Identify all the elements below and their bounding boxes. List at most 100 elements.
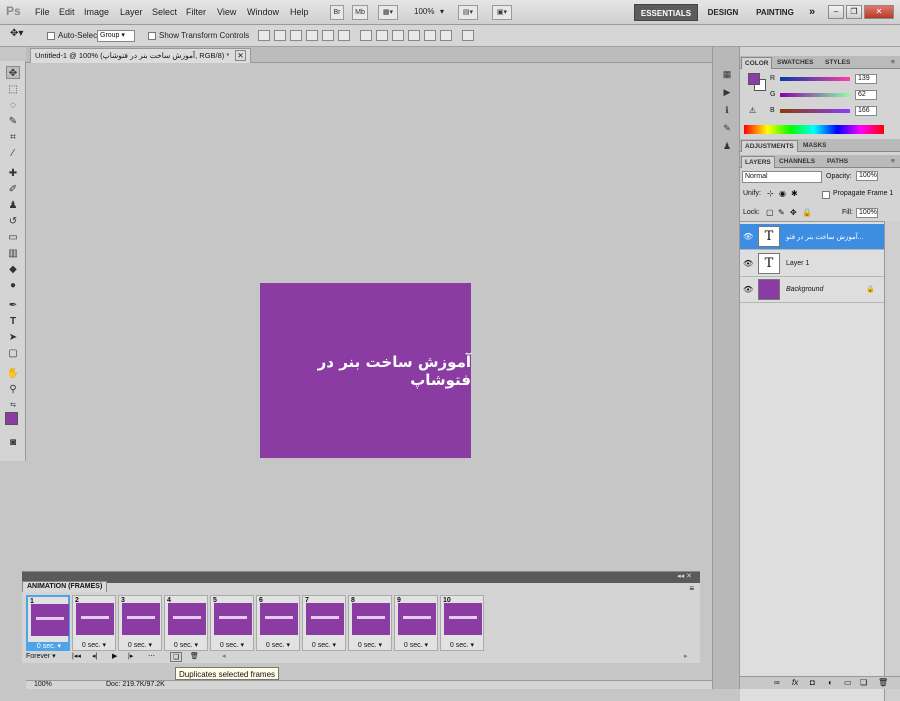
previous-frame-icon[interactable]: ◂|: [92, 652, 97, 662]
animation-frame-8[interactable]: 8 0 sec. ▾: [348, 595, 392, 651]
distribute-vcenter-icon[interactable]: [376, 30, 388, 41]
clone-source-icon[interactable]: ♟: [720, 139, 734, 153]
close-icon[interactable]: ✕: [864, 5, 894, 19]
marquee-tool-icon[interactable]: ⬚: [6, 83, 20, 96]
unify-style-icon[interactable]: ✱: [791, 189, 798, 198]
blur-tool-icon[interactable]: ◆: [6, 263, 20, 276]
menu-help[interactable]: Help: [290, 7, 309, 17]
status-zoom[interactable]: 100%: [34, 681, 52, 688]
lock-position-icon[interactable]: ✥: [790, 208, 797, 217]
loop-dropdown[interactable]: Forever ▾: [26, 652, 56, 662]
tween-icon[interactable]: ⋯: [148, 652, 155, 662]
b-slider[interactable]: [780, 109, 850, 113]
fill-input[interactable]: 100%: [856, 208, 878, 218]
frame-duration[interactable]: 0 sec. ▾: [73, 641, 115, 649]
brush-tool-icon[interactable]: ✐: [6, 183, 20, 196]
align-top-icon[interactable]: [258, 30, 270, 41]
layer-row-background[interactable]: 👁 Background 🔒: [740, 277, 884, 303]
bridge-button[interactable]: Br: [330, 5, 344, 20]
animation-frame-6[interactable]: 6 0 sec. ▾: [256, 595, 300, 651]
show-transform-checkbox[interactable]: [148, 32, 156, 40]
frame-duration[interactable]: 0 sec. ▾: [303, 641, 345, 649]
gamut-warning-icon[interactable]: ⚠: [749, 106, 756, 115]
info-panel-icon[interactable]: ℹ: [720, 103, 734, 117]
tab-styles[interactable]: STYLES: [822, 57, 853, 69]
play-icon[interactable]: ▶: [112, 652, 117, 662]
document-tab[interactable]: Untitled-1 @ 100% (آموزش ساخت بنر در فتو…: [30, 48, 251, 63]
scroll-right-icon[interactable]: ▸: [684, 652, 688, 662]
restore-icon[interactable]: ❐: [846, 5, 862, 19]
menu-view[interactable]: View: [217, 7, 236, 17]
tab-color[interactable]: COLOR: [741, 57, 773, 69]
zoom-dropdown-icon[interactable]: ▾: [440, 7, 444, 16]
zoom-tool-icon[interactable]: ⚲: [6, 383, 20, 396]
animation-frame-9[interactable]: 9 0 sec. ▾: [394, 595, 438, 651]
new-group-icon[interactable]: ▭: [844, 678, 852, 687]
blend-mode-dropdown[interactable]: Normal: [742, 171, 822, 183]
eyedropper-tool-icon[interactable]: ⁄: [6, 147, 20, 160]
path-select-tool-icon[interactable]: ➤: [6, 331, 20, 344]
animation-frame-1[interactable]: 1 0 sec. ▾: [26, 595, 70, 651]
frame-duration[interactable]: 0 sec. ▾: [119, 641, 161, 649]
menu-select[interactable]: Select: [152, 7, 177, 17]
color-panel-menu-icon[interactable]: ≡: [888, 57, 898, 69]
animation-frame-4[interactable]: 4 0 sec. ▾: [164, 595, 208, 651]
opacity-input[interactable]: 100%: [856, 171, 878, 181]
collapse-panel-icon[interactable]: ◂◂ ✕: [677, 572, 692, 580]
shape-tool-icon[interactable]: ▢: [6, 347, 20, 360]
menu-file[interactable]: File: [35, 7, 50, 17]
tab-swatches[interactable]: SWATCHES: [774, 57, 816, 69]
r-value-input[interactable]: 139: [855, 74, 877, 84]
arrange-documents-icon[interactable]: ▤▾: [458, 5, 478, 20]
actions-panel-icon[interactable]: ▶: [720, 85, 734, 99]
workspace-design[interactable]: DESIGN: [703, 4, 743, 21]
duplicate-frame-icon[interactable]: ❏: [170, 652, 183, 662]
delete-layer-icon[interactable]: 🗑: [878, 678, 888, 687]
animation-tab[interactable]: ANIMATION (FRAMES): [22, 581, 108, 592]
animation-frame-2[interactable]: 2 0 sec. ▾: [72, 595, 116, 651]
menu-layer[interactable]: Layer: [120, 7, 143, 17]
frame-duration[interactable]: 0 sec. ▾: [28, 642, 70, 650]
link-layers-icon[interactable]: ∞: [774, 678, 780, 687]
lock-pixels-icon[interactable]: ✎: [778, 208, 785, 217]
animation-frame-5[interactable]: 5 0 sec. ▾: [210, 595, 254, 651]
visibility-eye-icon[interactable]: 👁: [743, 285, 753, 294]
distribute-left-icon[interactable]: [408, 30, 420, 41]
lock-transparency-icon[interactable]: ▢: [766, 208, 774, 217]
animation-frame-7[interactable]: 7 0 sec. ▾: [302, 595, 346, 651]
visibility-eye-icon[interactable]: 👁: [743, 232, 753, 241]
unify-position-icon[interactable]: ⊹: [767, 189, 774, 198]
lock-all-icon[interactable]: 🔒: [802, 208, 812, 217]
g-slider[interactable]: [780, 93, 850, 97]
align-hcenter-icon[interactable]: [322, 30, 334, 41]
distribute-top-icon[interactable]: [360, 30, 372, 41]
color-foreground-swatch[interactable]: [748, 73, 760, 85]
foreground-color-swatch[interactable]: [5, 412, 18, 425]
layer-row-text[interactable]: 👁 T آموزش ساخت بنر در فتو...: [740, 224, 884, 250]
next-frame-icon[interactable]: |▸: [128, 652, 133, 662]
frame-duration[interactable]: 0 sec. ▾: [349, 641, 391, 649]
new-layer-icon[interactable]: ❏: [860, 678, 867, 687]
visibility-eye-icon[interactable]: 👁: [743, 259, 753, 268]
g-value-input[interactable]: 62: [855, 90, 877, 100]
clone-stamp-tool-icon[interactable]: ♟: [6, 199, 20, 212]
view-extras-icon[interactable]: ▦▾: [378, 5, 398, 20]
menu-edit[interactable]: Edit: [59, 7, 75, 17]
move-tool-icon[interactable]: ✥: [6, 66, 20, 79]
animation-frame-3[interactable]: 3 0 sec. ▾: [118, 595, 162, 651]
distribute-right-icon[interactable]: [440, 30, 452, 41]
lasso-tool-icon[interactable]: ◌: [6, 99, 20, 112]
adjustment-layer-icon[interactable]: ◐: [828, 678, 833, 687]
tab-channels[interactable]: CHANNELS: [776, 156, 818, 168]
tab-close-icon[interactable]: ✕: [235, 50, 246, 61]
align-right-icon[interactable]: [338, 30, 350, 41]
layers-panel-menu-icon[interactable]: ≡: [888, 156, 898, 168]
crop-tool-icon[interactable]: ⌗: [6, 131, 20, 144]
screen-mode-icon[interactable]: ▣▾: [492, 5, 512, 20]
r-slider[interactable]: [780, 77, 850, 81]
propagate-checkbox[interactable]: [822, 191, 830, 199]
workspace-painting[interactable]: PAINTING: [750, 4, 800, 21]
pen-tool-icon[interactable]: ✒: [6, 299, 20, 312]
unify-visibility-icon[interactable]: ◉: [779, 189, 786, 198]
align-left-icon[interactable]: [306, 30, 318, 41]
